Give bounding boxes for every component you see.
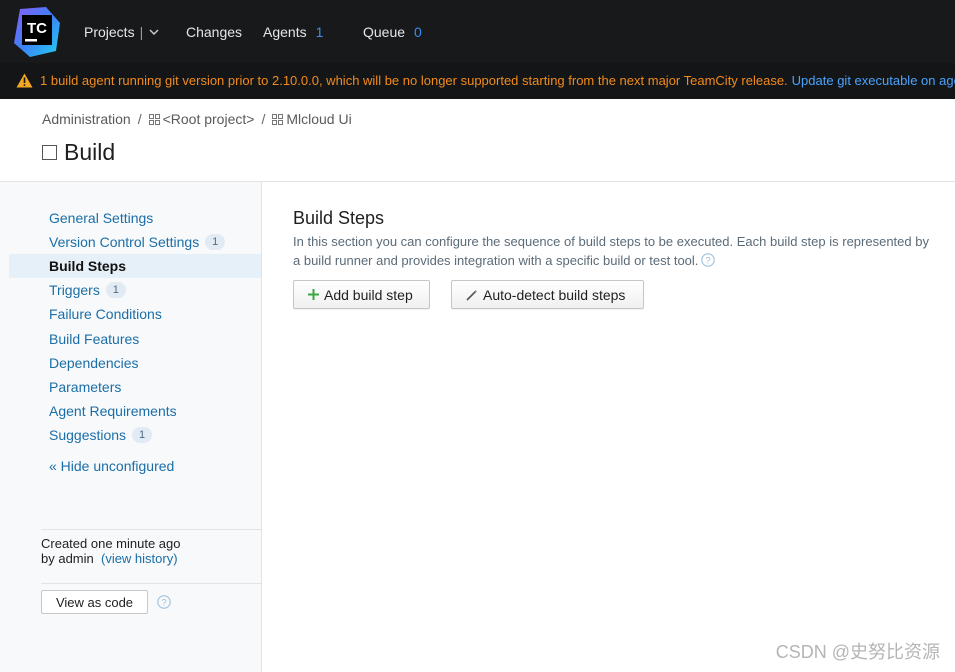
nav-projects[interactable]: Projects | <box>84 0 159 63</box>
sidebar-item-label: Parameters <box>49 379 122 395</box>
help-icon[interactable]: ? <box>157 595 171 609</box>
nav-projects-separator: | <box>139 23 144 40</box>
add-build-step-button[interactable]: Add build step <box>293 280 430 309</box>
magic-wand-icon <box>466 289 478 301</box>
sidebar-item-label: Suggestions <box>49 427 127 443</box>
svg-text:?: ? <box>161 598 166 609</box>
nav-agents-label: Agents <box>263 23 307 40</box>
chevron-down-icon[interactable] <box>149 27 159 37</box>
agents-count: 1 <box>315 23 324 40</box>
teamcity-logo-icon[interactable]: TC <box>12 7 62 57</box>
created-time: Created one minute ago <box>41 536 181 551</box>
breadcrumb-separator: / <box>137 111 142 127</box>
nav-changes[interactable]: Changes <box>186 0 242 63</box>
nav-changes-label: Changes <box>186 23 243 40</box>
top-navigation-bar: TC Projects | Changes Agents 1 Queue 0 <box>0 0 955 63</box>
project-grid-icon <box>272 113 284 125</box>
count-badge: 1 <box>105 282 126 298</box>
add-build-step-label: Add build step <box>324 286 413 303</box>
sidebar-item-label: Triggers <box>49 282 100 298</box>
breadcrumb-project[interactable]: Mlcloud Ui <box>286 111 351 127</box>
breadcrumb-separator: / <box>261 111 266 127</box>
sidebar-item-version-control-settings[interactable]: Version Control Settings 1 <box>9 230 261 254</box>
sidebar-item-build-steps[interactable]: Build Steps <box>9 254 261 278</box>
warning-message: 1 build agent running git version prior … <box>40 73 788 88</box>
created-info: Created one minute ago by admin (view hi… <box>41 536 180 566</box>
sidebar-item-label: Build Features <box>49 331 140 347</box>
breadcrumb: Administration / <Root project> / Mlclou… <box>42 111 352 127</box>
sidebar-divider <box>41 529 261 530</box>
nav-projects-label: Projects <box>84 23 135 40</box>
update-git-link[interactable]: Update git executable on agents <box>792 73 955 88</box>
count-badge: 1 <box>132 427 153 443</box>
hide-unconfigured-link[interactable]: « Hide unconfigured <box>49 458 174 474</box>
created-by: by admin <box>41 551 94 566</box>
sidebar-item-label: General Settings <box>49 210 154 226</box>
sidebar-divider <box>41 583 261 584</box>
sidebar-item-label: Version Control Settings <box>49 234 200 250</box>
plus-icon <box>308 289 319 300</box>
view-history-link[interactable]: (view history) <box>101 551 178 566</box>
nav-queue[interactable]: Queue 0 <box>363 0 422 63</box>
breadcrumb-root-project[interactable]: <Root project> <box>163 111 255 127</box>
section-title: Build Steps <box>293 208 385 228</box>
auto-detect-build-steps-button[interactable]: Auto-detect build steps <box>451 280 644 309</box>
sidebar-item-general-settings[interactable]: General Settings <box>9 206 261 230</box>
sidebar-item-label: Build Steps <box>49 258 127 274</box>
view-as-code-button[interactable]: View as code <box>41 590 148 614</box>
count-badge: 1 <box>205 234 226 250</box>
sidebar-item-label: Failure Conditions <box>49 306 162 322</box>
page-title: Build <box>42 139 115 166</box>
sidebar-item-suggestions[interactable]: Suggestions 1 <box>9 423 261 447</box>
nav-agents[interactable]: Agents 1 <box>263 0 323 63</box>
sidebar-item-label: Agent Requirements <box>49 403 177 419</box>
sidebar-item-agent-requirements[interactable]: Agent Requirements <box>9 399 261 423</box>
section-description: In this section you can configure the se… <box>293 232 933 270</box>
help-icon[interactable]: ? <box>701 253 716 267</box>
svg-text:?: ? <box>706 256 711 267</box>
nav-queue-label: Queue <box>363 23 406 40</box>
breadcrumb-administration[interactable]: Administration <box>42 111 131 127</box>
project-grid-icon <box>148 113 160 125</box>
sidebar-item-dependencies[interactable]: Dependencies <box>9 351 261 375</box>
watermark: CSDN @史努比资源 <box>775 642 940 662</box>
warning-text-container: 1 build agent running git version prior … <box>40 73 955 88</box>
sidebar-item-build-features[interactable]: Build Features <box>9 327 261 351</box>
settings-sidebar: General Settings Version Control Settings… <box>0 182 262 672</box>
sidebar-item-parameters[interactable]: Parameters <box>9 375 261 399</box>
page-title-text: Build <box>64 139 116 165</box>
sidebar-item-label: Dependencies <box>49 355 139 371</box>
logo-text: TC <box>27 20 47 37</box>
warning-icon <box>16 73 33 88</box>
sidebar-item-triggers[interactable]: Triggers 1 <box>9 278 261 302</box>
build-config-icon <box>42 145 57 160</box>
queue-count: 0 <box>414 23 422 40</box>
section-description-text: In this section you can configure the se… <box>293 234 929 268</box>
auto-detect-label: Auto-detect build steps <box>483 286 626 303</box>
sidebar-item-failure-conditions[interactable]: Failure Conditions <box>9 302 261 326</box>
warning-banner: 1 build agent running git version prior … <box>0 63 955 99</box>
